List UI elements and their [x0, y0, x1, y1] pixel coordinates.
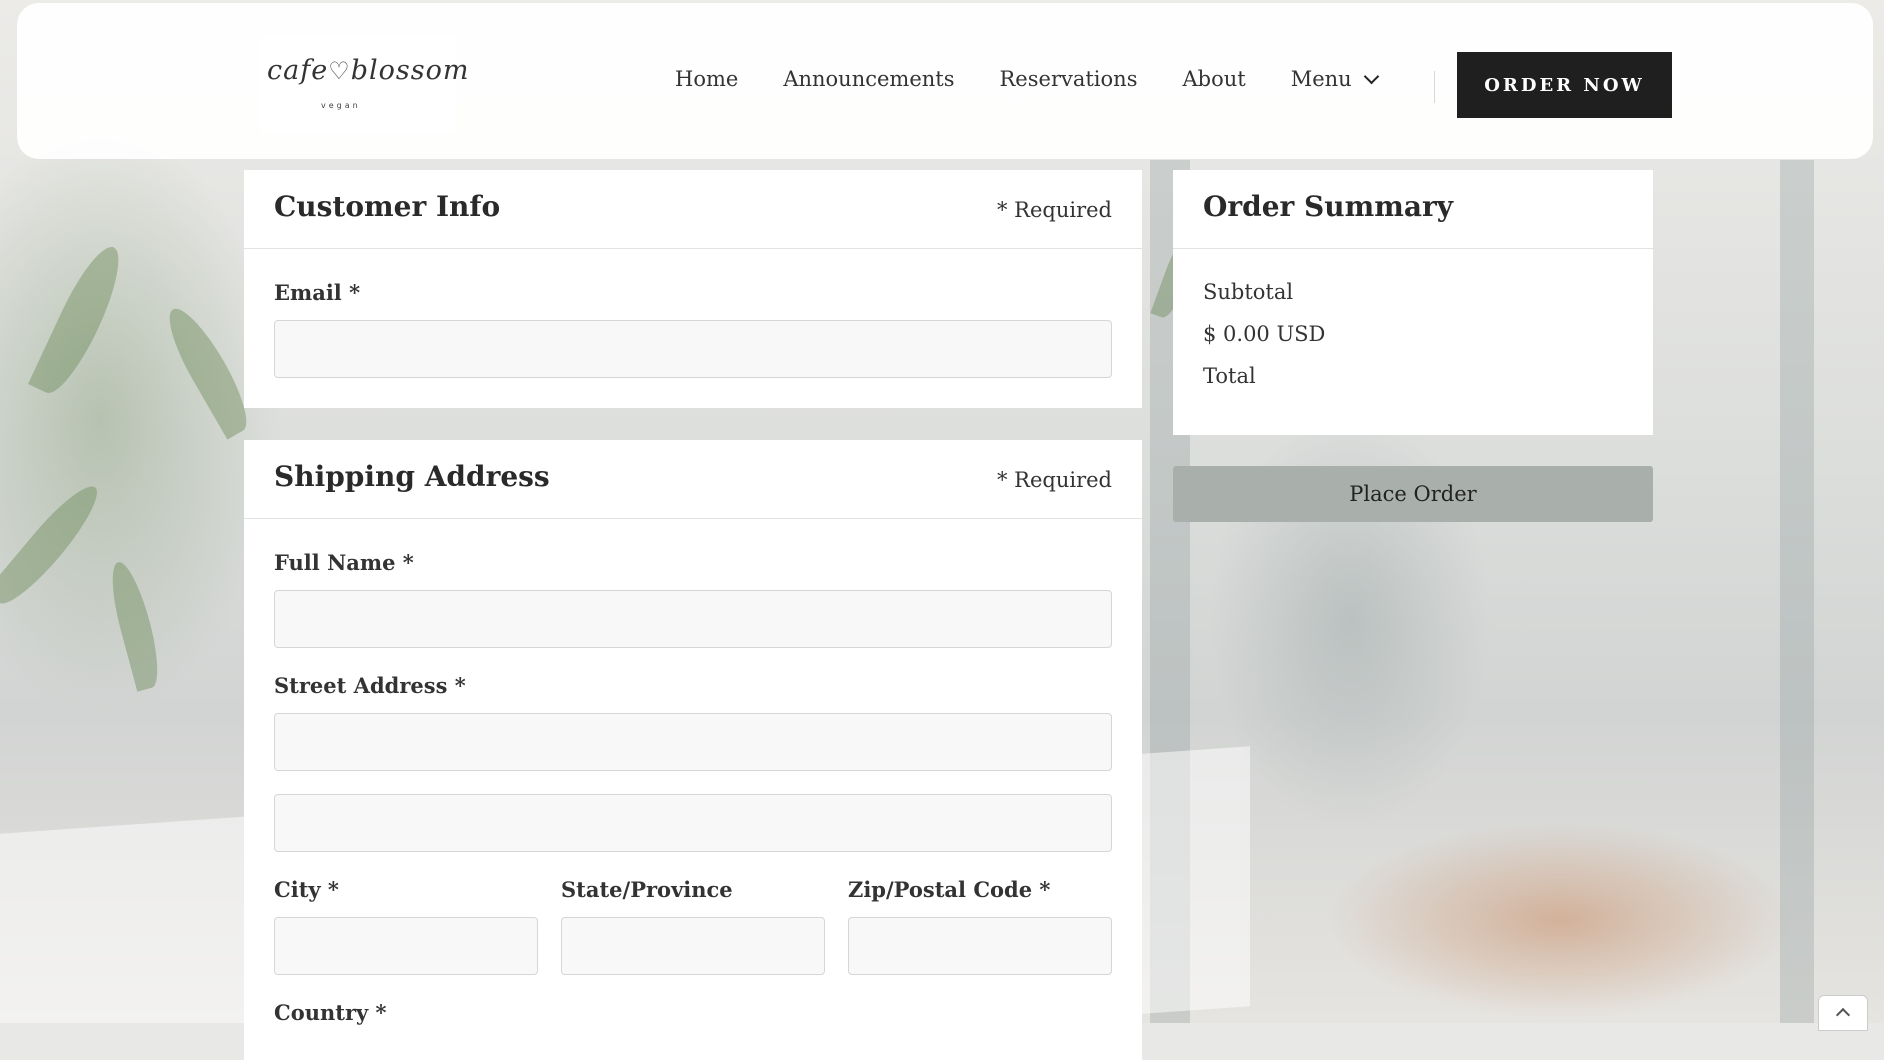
order-summary-header: Order Summary — [1173, 170, 1653, 249]
customer-info-title: Customer Info — [274, 190, 501, 223]
street-address-line2-field[interactable] — [274, 794, 1112, 852]
shipping-address-title: Shipping Address — [274, 460, 550, 493]
full-name-field[interactable] — [274, 590, 1112, 648]
scroll-to-top-button[interactable] — [1818, 995, 1868, 1031]
nav-divider — [1434, 71, 1435, 103]
zip-field[interactable] — [848, 917, 1112, 975]
customer-info-card: Customer Info * Required Email * — [244, 170, 1142, 408]
shipping-address-header: Shipping Address * Required — [244, 440, 1142, 519]
zip-label: Zip/Postal Code * — [848, 877, 1051, 902]
place-order-button[interactable]: Place Order — [1173, 466, 1653, 522]
shipping-address-card: Shipping Address * Required Full Name * … — [244, 440, 1142, 1060]
street-address-label: Street Address * — [274, 673, 466, 698]
chevron-up-icon — [1835, 1007, 1851, 1023]
nav-menu-dropdown[interactable]: Menu — [1290, 67, 1379, 91]
nav-home[interactable]: Home — [675, 67, 738, 91]
email-field[interactable] — [274, 320, 1112, 378]
nav-about[interactable]: About — [1182, 67, 1245, 91]
required-note: * Required — [996, 198, 1112, 222]
full-name-label: Full Name * — [274, 550, 414, 575]
state-label: State/Province — [561, 877, 733, 902]
logo-wordmark: cafe♡blossom — [267, 55, 470, 86]
site-logo[interactable]: cafe♡blossom vegan — [261, 37, 468, 133]
order-summary-title: Order Summary — [1203, 190, 1454, 223]
email-label: Email * — [274, 280, 361, 305]
total-label: Total — [1203, 364, 1256, 388]
city-field[interactable] — [274, 917, 538, 975]
logo-subtitle: vegan — [321, 101, 361, 110]
customer-info-header: Customer Info * Required — [244, 170, 1142, 249]
street-address-line1-field[interactable] — [274, 713, 1112, 771]
order-summary-card: Order Summary Subtotal $ 0.00 USD Total — [1173, 170, 1653, 435]
nav-announcements[interactable]: Announcements — [783, 67, 954, 91]
required-note: * Required — [996, 468, 1112, 492]
subtotal-label: Subtotal — [1203, 280, 1294, 304]
country-label: Country * — [274, 1000, 387, 1025]
state-field[interactable] — [561, 917, 825, 975]
subtotal-value: $ 0.00 USD — [1203, 322, 1326, 346]
site-header: cafe♡blossom vegan Home Announcements Re… — [17, 3, 1873, 159]
city-label: City * — [274, 877, 339, 902]
nav-menu-label: Menu — [1290, 67, 1352, 91]
order-now-button[interactable]: ORDER NOW — [1457, 52, 1672, 118]
nav-reservations[interactable]: Reservations — [1000, 67, 1138, 91]
chevron-down-icon — [1363, 68, 1379, 84]
main-nav: Home Announcements Reservations About Me… — [675, 67, 1379, 91]
